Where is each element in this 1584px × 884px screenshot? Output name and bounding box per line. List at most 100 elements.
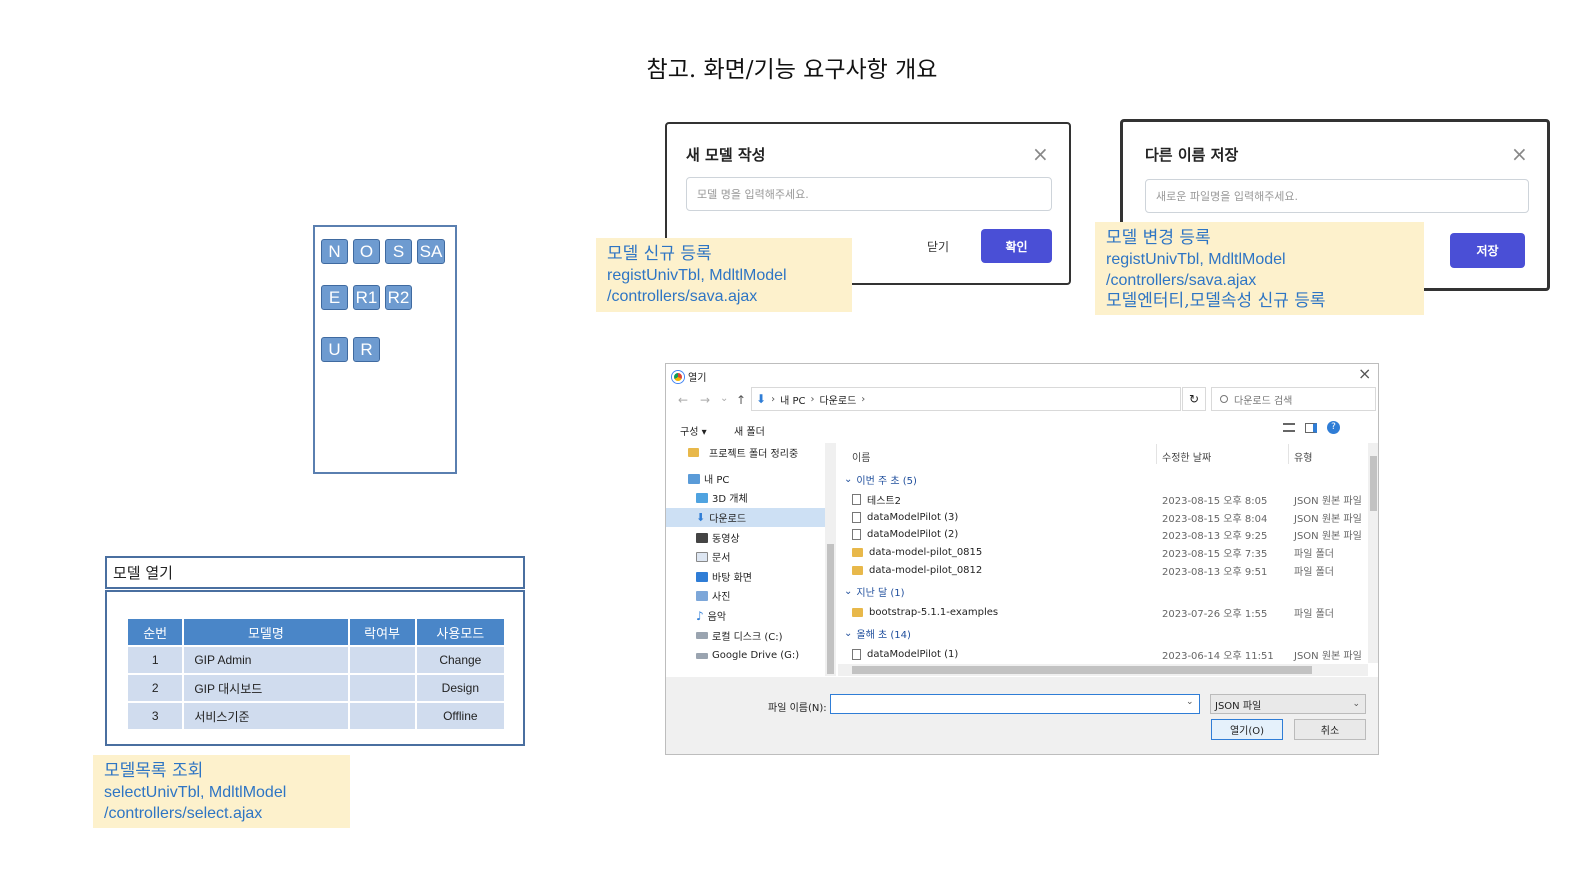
nav-item-google-drive[interactable]: Google Drive (G:) (688, 646, 833, 665)
file-name-label: 파일 이름(N): (768, 703, 827, 714)
column-header-type[interactable]: 유형 (1294, 448, 1312, 465)
navigation-pane: 프로젝트 폴더 정리중 내 PC 3D 개체 ⬇ 다운로드 동영상 문서 바탕 화… (666, 443, 836, 676)
list-item[interactable]: dataModelPilot (2) (852, 526, 958, 543)
organize-menu[interactable]: 구성 ▾ (680, 423, 707, 438)
column-divider (1156, 444, 1157, 464)
file-icon (852, 649, 861, 660)
table-row[interactable]: 1 GIP Admin Change (128, 647, 504, 673)
cell-mode: Design (416, 675, 504, 701)
list-item[interactable]: data-model-pilot_0812 (852, 562, 982, 579)
note-line: 모델엔터티,모델속성 신규 등록 (1106, 291, 1326, 311)
model-name-input[interactable]: 모델 명을 입력해주세요. (686, 177, 1052, 211)
cell-lock (349, 703, 415, 729)
refresh-icon[interactable]: ↻ (1182, 387, 1206, 411)
list-item-date: 2023-08-13 오후 9:25 (1162, 531, 1268, 542)
list-item[interactable]: 테스트2 (852, 491, 901, 508)
column-header-name[interactable]: 이름 (852, 448, 870, 465)
open-model-title: 모델 열기 (105, 556, 525, 589)
file-name-input[interactable] (830, 694, 1200, 714)
chrome-icon (672, 370, 684, 383)
list-item-date: 2023-06-14 오후 11:51 (1162, 651, 1274, 662)
toolbar-button-n[interactable]: N (321, 239, 348, 264)
chevron-down-icon[interactable]: ⌄ (1186, 697, 1194, 707)
note-title: 모델 신규 등록 (607, 244, 712, 264)
horizontal-scrollbar-thumb[interactable] (852, 666, 1312, 674)
file-dialog-footer (666, 677, 1378, 754)
list-item-type: JSON 원본 파일 (1294, 496, 1362, 507)
note-model-list: 모델목록 조회 selectUnivTbl, MdltlModel /contr… (93, 755, 350, 828)
col-header-no: 순번 (128, 619, 183, 645)
close-icon[interactable]: × (1032, 142, 1049, 166)
list-item[interactable]: bootstrap-5.1.1-examples (852, 604, 998, 621)
file-type-select[interactable]: JSON 파일 ⌄ (1210, 694, 1366, 714)
toolbar-button-s[interactable]: S (385, 239, 412, 264)
recent-locations-icon[interactable]: ⌄ (720, 393, 728, 404)
note-line: /controllers/sava.ajax (607, 288, 758, 305)
file-name-input[interactable]: 새로운 파일명을 입력해주세요. (1145, 179, 1529, 213)
nav-item-3d-objects[interactable]: 3D 개체 (688, 488, 833, 507)
column-header-date[interactable]: 수정한 날짜 (1162, 448, 1211, 465)
toolbar-button-sa[interactable]: SA (417, 239, 445, 264)
disk-icon (696, 632, 708, 639)
new-folder-button[interactable]: 새 폴더 (734, 423, 765, 438)
toolbar-button-r1[interactable]: R1 (353, 285, 380, 310)
list-item[interactable]: dataModelPilot (1) (852, 646, 958, 663)
cancel-button[interactable]: 취소 (1294, 719, 1366, 740)
close-icon[interactable]: × (1358, 364, 1371, 383)
up-icon[interactable]: ↑ (736, 393, 746, 407)
nav-item-this-pc[interactable]: 내 PC (688, 469, 833, 488)
list-item-date: 2023-08-15 오후 8:04 (1162, 514, 1268, 525)
address-bar[interactable]: ⬇ › 내 PC › 다운로드 › (751, 387, 1181, 411)
back-icon[interactable]: ← (678, 393, 688, 407)
nav-item-music[interactable]: ♪ 음악 (688, 606, 833, 625)
confirm-button[interactable]: 확인 (981, 229, 1052, 263)
group-header[interactable]: ⌄ 올해 초 (14) (844, 625, 911, 642)
toolbar-button-e[interactable]: E (321, 285, 348, 310)
list-item-date: 2023-08-13 오후 9:51 (1162, 567, 1268, 578)
download-arrow-icon: ⬇ (756, 392, 767, 406)
toolbar-button-r2[interactable]: R2 (385, 285, 412, 310)
cell-name: 서비스기준 (184, 703, 348, 729)
list-item-date: 2023-07-26 오후 1:55 (1162, 609, 1268, 620)
group-header[interactable]: ⌄ 이번 주 초 (5) (844, 471, 917, 488)
group-header[interactable]: ⌄ 지난 달 (1) (844, 583, 905, 600)
help-icon[interactable]: ? (1327, 421, 1340, 434)
cell-name: GIP 대시보드 (184, 675, 348, 701)
toolbar-button-o[interactable]: O (353, 239, 380, 264)
breadcrumb-item[interactable]: 내 PC (780, 392, 805, 407)
breadcrumb-item[interactable]: 다운로드 (819, 392, 856, 407)
nav-item-local-disk[interactable]: 로컬 디스크 (C:) (688, 626, 833, 645)
note-line: registUnivTbl, MdltlModel (607, 267, 787, 284)
list-item[interactable]: data-model-pilot_0815 (852, 544, 982, 561)
nav-item-videos[interactable]: 동영상 (688, 528, 833, 547)
toolbar-button-r[interactable]: R (353, 337, 380, 362)
file-icon (852, 512, 861, 523)
cell-mode: Change (416, 647, 504, 673)
folder-icon (852, 548, 863, 557)
list-item[interactable]: dataModelPilot (3) (852, 509, 958, 526)
file-list-scrollbar-thumb[interactable] (1370, 456, 1377, 511)
preview-pane-icon[interactable] (1305, 422, 1317, 433)
close-icon[interactable]: × (1511, 142, 1528, 166)
file-open-dialog: 열기 × ← → ⌄ ↑ ⬇ › 내 PC › 다운로드 › ↻ 다운로드 검색… (665, 363, 1379, 755)
nav-item-pictures[interactable]: 사진 (688, 586, 833, 605)
dialog-title: 다른 이름 저장 (1145, 146, 1239, 164)
search-box[interactable]: 다운로드 검색 (1211, 387, 1376, 411)
col-header-name: 모델명 (184, 619, 348, 645)
nav-item-documents[interactable]: 문서 (688, 547, 833, 566)
open-button[interactable]: 열기(O) (1211, 719, 1283, 740)
cell-name: GIP Admin (184, 647, 348, 673)
music-icon: ♪ (696, 608, 704, 623)
cancel-button[interactable]: 닫기 (927, 238, 949, 255)
nav-scrollbar-thumb[interactable] (827, 544, 834, 674)
nav-item-desktop[interactable]: 바탕 화면 (688, 567, 833, 586)
toolbar-button-u[interactable]: U (321, 337, 348, 362)
forward-icon[interactable]: → (700, 393, 710, 407)
save-button[interactable]: 저장 (1450, 233, 1525, 268)
table-row[interactable]: 3 서비스기준 Offline (128, 703, 504, 729)
nav-item-project-folder[interactable]: 프로젝트 폴더 정리중 (688, 443, 833, 462)
view-options-icon[interactable] (1283, 423, 1295, 432)
nav-item-downloads[interactable]: ⬇ 다운로드 (666, 508, 826, 527)
cell-lock (349, 647, 415, 673)
table-row[interactable]: 2 GIP 대시보드 Design (128, 675, 504, 701)
